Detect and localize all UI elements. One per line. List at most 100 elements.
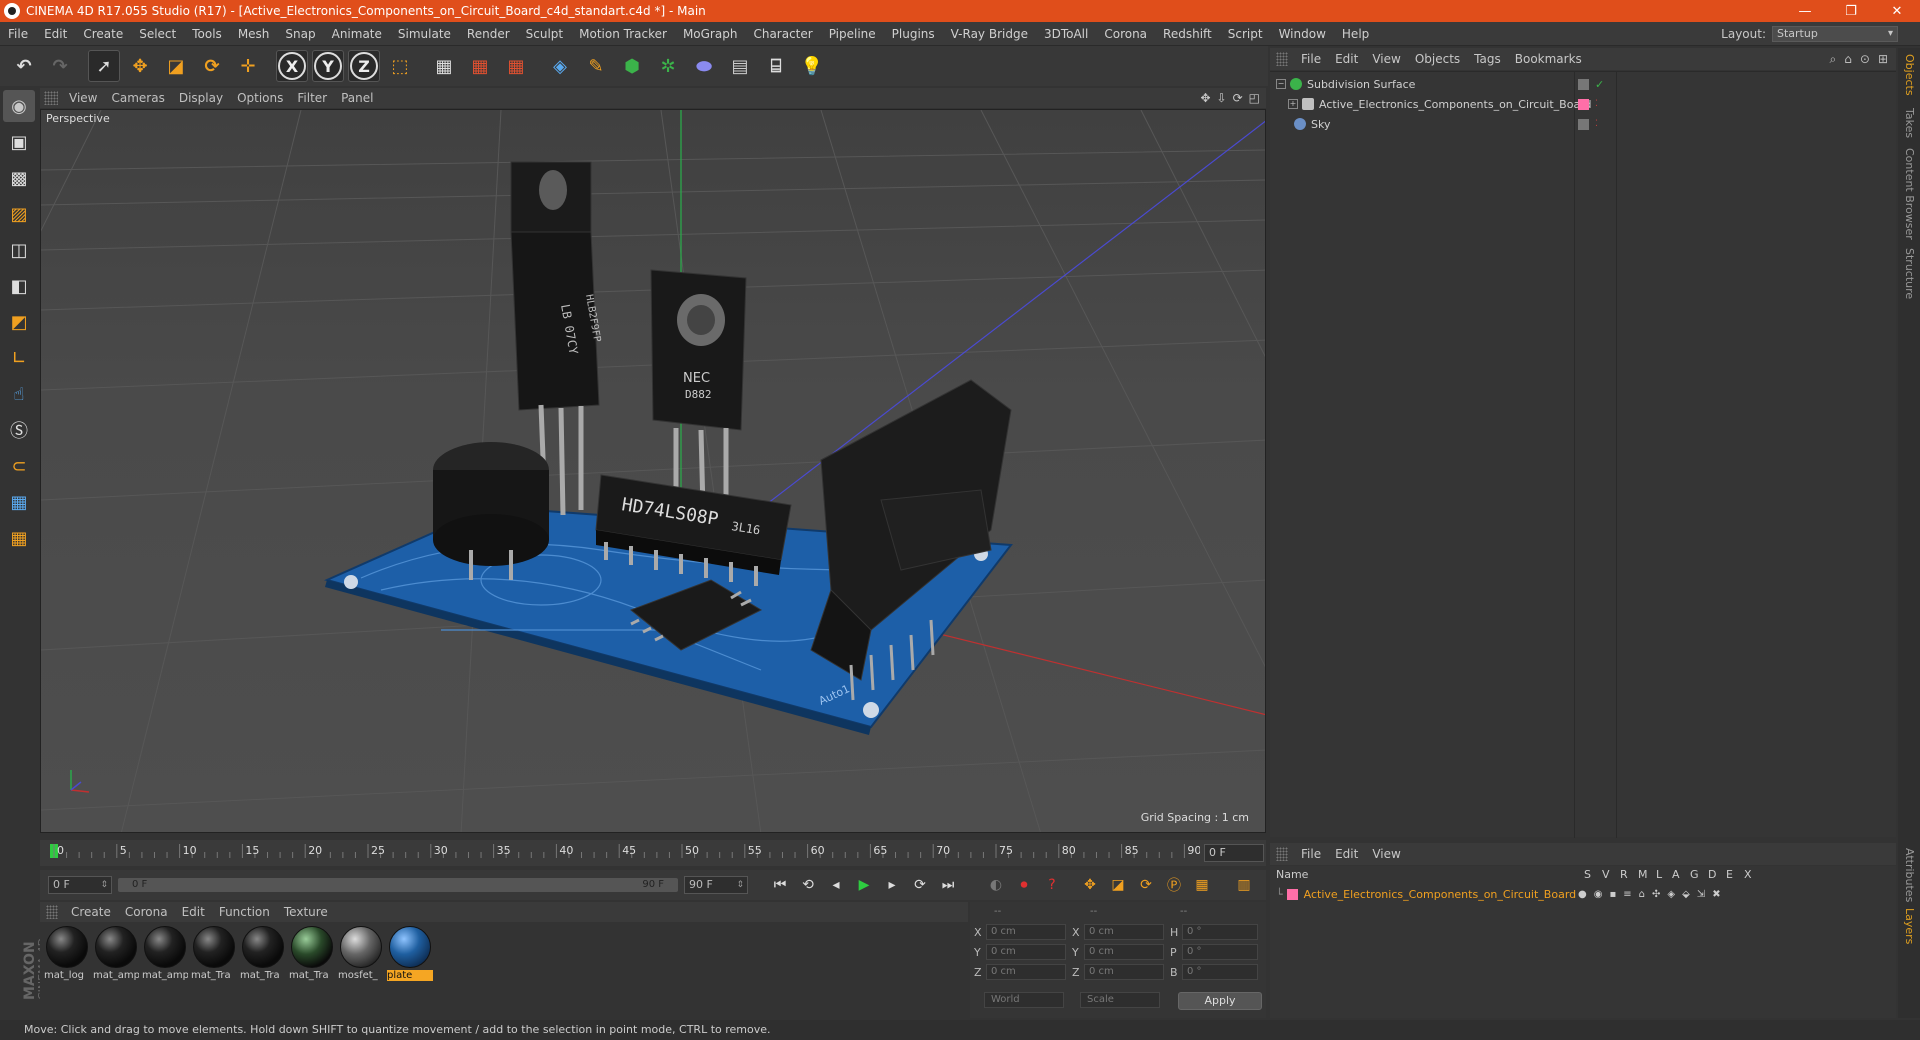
- timeline-ruler[interactable]: 0 5 10 15 20 25 30 35 40 45 50 55 60 65 70 75 80 85 90 0 F: [40, 840, 1266, 866]
- menu-window[interactable]: Window: [1271, 27, 1334, 41]
- key-scale-icon[interactable]: ◪: [1106, 873, 1130, 897]
- start-frame-field[interactable]: 0 F: [48, 876, 112, 894]
- live-move-icon[interactable]: ✛: [232, 50, 264, 82]
- scale-icon[interactable]: ◪: [160, 50, 192, 82]
- apply-button[interactable]: Apply: [1178, 992, 1262, 1010]
- tab-objects[interactable]: Objects: [1903, 54, 1916, 96]
- objects-menu-edit[interactable]: Edit: [1328, 52, 1365, 66]
- collapse-toggle[interactable]: −: [1276, 79, 1286, 89]
- material-swatch[interactable]: mat_amp: [142, 926, 188, 988]
- position-y-field[interactable]: 0 cm: [986, 944, 1066, 960]
- x-axis-icon[interactable]: X: [276, 50, 308, 82]
- record-keys-icon[interactable]: ◐: [984, 873, 1008, 897]
- menu-character[interactable]: Character: [745, 27, 820, 41]
- object-row[interactable]: + Active_Electronics_Components_on_Circu…: [1270, 94, 1896, 114]
- tab-layers[interactable]: Layers: [1903, 908, 1916, 944]
- pan-icon[interactable]: ✥: [1200, 91, 1210, 105]
- undo-icon[interactable]: ↶: [8, 50, 40, 82]
- tab-content-browser[interactable]: Content Browser: [1903, 148, 1916, 240]
- menu-sculpt[interactable]: Sculpt: [518, 27, 571, 41]
- menu-edit[interactable]: Edit: [36, 27, 75, 41]
- cube-icon[interactable]: ◈: [544, 50, 576, 82]
- world-coords-icon[interactable]: ⬚: [384, 50, 416, 82]
- move-icon[interactable]: ✥: [124, 50, 156, 82]
- objects-menu-bookmarks[interactable]: Bookmarks: [1508, 52, 1589, 66]
- menu-redshift[interactable]: Redshift: [1155, 27, 1220, 41]
- dolly-icon[interactable]: ⇩: [1217, 91, 1227, 105]
- visibility-toggle-icon[interactable]: [1578, 78, 1589, 90]
- generator-icon[interactable]: ◈: [1667, 889, 1675, 900]
- pen-icon[interactable]: ✎: [580, 50, 612, 82]
- orbit-icon[interactable]: ⟳: [1233, 91, 1243, 105]
- restore-button[interactable]: ❐: [1828, 0, 1874, 22]
- y-axis-icon[interactable]: Y: [312, 50, 344, 82]
- layer-row[interactable]: └ Active_Electronics_Components_on_Circu…: [1276, 886, 1721, 902]
- layer-toggles[interactable]: ● ◉ ▪ ≡ ⌂ ✣ ◈ ⬙ ⇲ ✖: [1578, 889, 1721, 900]
- render-icon[interactable]: ▪: [1609, 889, 1616, 900]
- rotate-icon[interactable]: ⟳: [196, 50, 228, 82]
- deformer-icon[interactable]: ⬬: [688, 50, 720, 82]
- key-parameter-icon[interactable]: Ⓟ: [1162, 873, 1186, 897]
- menu-3dtoall[interactable]: 3DToAll: [1036, 27, 1096, 41]
- material-swatch[interactable]: mat_Tra: [240, 926, 286, 988]
- points-mode-icon[interactable]: ◫: [3, 234, 35, 266]
- position-x-field[interactable]: 0 cm: [986, 924, 1066, 940]
- texture-mode-icon[interactable]: ▩: [3, 162, 35, 194]
- material-menu-create[interactable]: Create: [64, 905, 118, 919]
- menu-tools[interactable]: Tools: [184, 27, 230, 41]
- material-swatch[interactable]: mosfet_: [338, 926, 384, 988]
- polygons-mode-icon[interactable]: ◩: [3, 306, 35, 338]
- search-icon[interactable]: ⌕: [1830, 52, 1837, 67]
- layer-color-tag[interactable]: [1578, 98, 1589, 110]
- edges-mode-icon[interactable]: ◧: [3, 270, 35, 302]
- position-z-field[interactable]: 0 cm: [986, 964, 1066, 980]
- objects-menu-objects[interactable]: Objects: [1408, 52, 1467, 66]
- z-axis-icon[interactable]: Z: [348, 50, 380, 82]
- redo-icon[interactable]: ↷: [44, 50, 76, 82]
- rotation-b-field[interactable]: 0 °: [1182, 964, 1258, 980]
- material-swatch[interactable]: mat_Tra: [191, 926, 237, 988]
- home-icon[interactable]: ⌂: [1844, 52, 1852, 67]
- viewport-menu-options[interactable]: Options: [230, 91, 290, 105]
- deformer-icon[interactable]: ⬙: [1682, 889, 1690, 900]
- array-icon[interactable]: ✲: [652, 50, 684, 82]
- object-row[interactable]: Sky ⁚: [1270, 114, 1896, 134]
- model-mode-icon[interactable]: ◉: [3, 90, 35, 122]
- filter-icon[interactable]: ⊙: [1860, 52, 1870, 67]
- menu-snap[interactable]: Snap: [277, 27, 323, 41]
- size-x-field[interactable]: 0 cm: [1084, 924, 1164, 940]
- go-to-start-icon[interactable]: ⏮: [768, 873, 792, 897]
- menu-select[interactable]: Select: [131, 27, 184, 41]
- menu-mesh[interactable]: Mesh: [230, 27, 278, 41]
- coordinate-system-dropdown[interactable]: World: [984, 992, 1064, 1008]
- snap-icon[interactable]: Ⓢ: [3, 414, 35, 446]
- material-swatch[interactable]: mat_Tra: [289, 926, 335, 988]
- layer-color-swatch[interactable]: [1286, 888, 1298, 900]
- objects-menu-tags[interactable]: Tags: [1467, 52, 1508, 66]
- end-frame-field[interactable]: 90 F: [684, 876, 748, 894]
- solo-icon[interactable]: ●: [1578, 889, 1587, 900]
- viewport-menu-cameras[interactable]: Cameras: [104, 91, 171, 105]
- autokeying-icon[interactable]: ⏺: [1012, 873, 1036, 897]
- tab-structure[interactable]: Structure: [1903, 248, 1916, 299]
- size-mode-dropdown[interactable]: Scale: [1080, 992, 1160, 1008]
- workplane-icon[interactable]: ▨: [3, 198, 35, 230]
- menu-help[interactable]: Help: [1334, 27, 1377, 41]
- menu-render[interactable]: Render: [459, 27, 518, 41]
- planar-workplane-icon[interactable]: ▦: [3, 522, 35, 554]
- visibility-toggle-icon[interactable]: [1578, 118, 1589, 130]
- visibility-dots-icon[interactable]: ⁚: [1595, 99, 1598, 109]
- key-position-icon[interactable]: ✥: [1078, 873, 1102, 897]
- maximize-view-icon[interactable]: ◰: [1249, 91, 1260, 105]
- objects-menu-file[interactable]: File: [1294, 52, 1328, 66]
- material-swatch[interactable]: mat_amp: [93, 926, 139, 988]
- frame-range-slider[interactable]: 0 F 90 F: [118, 878, 678, 892]
- light-icon[interactable]: 💡: [796, 50, 828, 82]
- material-menu-edit[interactable]: Edit: [175, 905, 212, 919]
- axis-mode-icon[interactable]: ∟: [3, 342, 35, 374]
- subdivision-icon[interactable]: ⬢: [616, 50, 648, 82]
- lock-icon[interactable]: ⌂: [1639, 889, 1645, 900]
- render-view-icon[interactable]: ▦: [428, 50, 460, 82]
- menu-file[interactable]: File: [0, 27, 36, 41]
- play-icon[interactable]: ▶: [852, 873, 876, 897]
